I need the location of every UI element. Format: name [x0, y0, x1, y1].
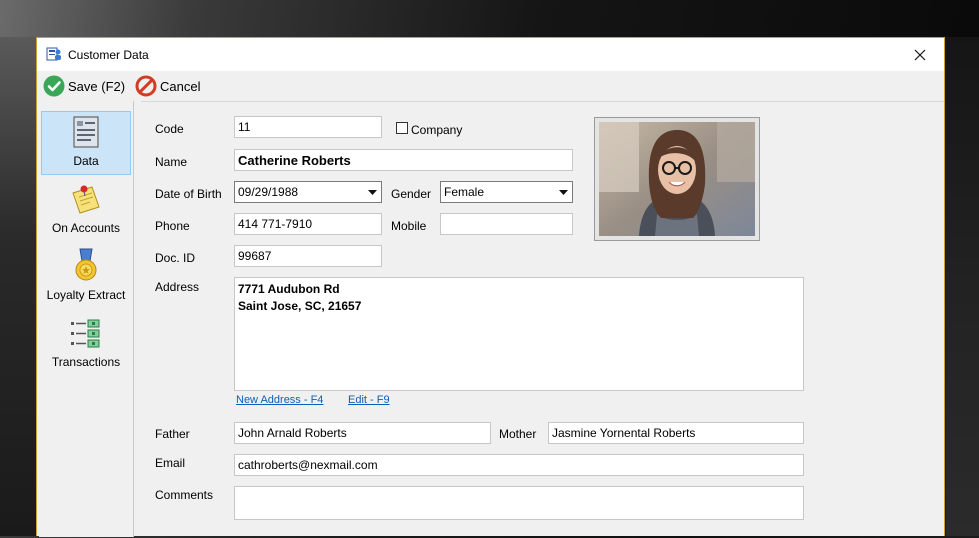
desktop-background-top: [0, 0, 979, 37]
sidebar-item-transactions[interactable]: Transactions: [41, 311, 131, 375]
sidebar-item-label: On Accounts: [51, 221, 121, 235]
cancel-button-label: Cancel: [160, 78, 201, 94]
address-label: Address: [155, 280, 200, 294]
close-icon: [914, 49, 926, 60]
date-of-birth-picker[interactable]: 09/29/1988: [234, 181, 382, 203]
sidebar: Data On Accounts Loyalty Extract Transac…: [39, 101, 134, 537]
date-of-birth-label: Date of Birth: [155, 187, 222, 201]
phone-field[interactable]: [234, 213, 382, 235]
email-field[interactable]: [234, 454, 804, 476]
new-address-link[interactable]: New Address - F4: [236, 394, 323, 406]
address-field[interactable]: 7771 Audubon Rd Saint Jose, SC, 21657: [234, 277, 804, 391]
mother-label: Mother: [499, 427, 537, 441]
desktop-background-left: [0, 37, 36, 536]
checkmark-icon: [43, 75, 65, 97]
doc-id-label: Doc. ID: [155, 251, 196, 265]
date-of-birth-value: 09/29/1988: [238, 185, 299, 199]
gender-label: Gender: [391, 187, 432, 201]
customer-photo[interactable]: [594, 117, 760, 241]
sidebar-item-loyalty-extract[interactable]: Loyalty Extract: [41, 244, 131, 308]
sidebar-item-label: Data: [73, 154, 99, 168]
save-button-label: Save (F2): [68, 78, 126, 94]
mother-field[interactable]: [548, 422, 804, 444]
comments-label: Comments: [155, 488, 214, 502]
medal-icon: [75, 248, 97, 281]
close-button[interactable]: [897, 38, 943, 71]
edit-address-link[interactable]: Edit - F9: [348, 394, 390, 406]
dropdown-arrow-icon: [555, 182, 572, 202]
transactions-list-icon: [71, 319, 100, 348]
sidebar-item-on-accounts[interactable]: On Accounts: [41, 177, 131, 241]
gender-value: Female: [444, 185, 485, 199]
customer-portrait-image: [599, 122, 755, 236]
desktop-background-right: [946, 37, 979, 536]
code-label: Code: [155, 122, 184, 136]
app-icon: [46, 47, 61, 61]
document-list-icon: [73, 116, 99, 148]
name-label: Name: [155, 155, 188, 169]
title-bar[interactable]: Customer Data: [37, 38, 944, 71]
cancel-icon: [135, 75, 157, 97]
dropdown-arrow-icon: [364, 182, 381, 202]
company-checkbox[interactable]: [396, 122, 408, 134]
pinned-note-icon: [72, 185, 100, 214]
name-field[interactable]: [234, 149, 573, 171]
email-label: Email: [155, 456, 186, 470]
customer-data-window: Customer Data Save (F2) Cancel Data On A…: [36, 37, 945, 538]
sidebar-item-data[interactable]: Data: [41, 111, 131, 175]
father-field[interactable]: [234, 422, 491, 444]
father-label: Father: [155, 427, 190, 441]
toolbar: Save (F2) Cancel: [37, 71, 944, 101]
cancel-button[interactable]: Cancel: [135, 75, 200, 97]
window-title: Customer Data: [68, 48, 149, 62]
mobile-field[interactable]: [440, 213, 573, 235]
save-button[interactable]: Save (F2): [43, 75, 125, 97]
code-field[interactable]: [234, 116, 382, 138]
doc-id-field[interactable]: [234, 245, 382, 267]
gender-select[interactable]: Female: [440, 181, 573, 203]
comments-field[interactable]: [234, 486, 804, 520]
phone-label: Phone: [155, 219, 190, 233]
sidebar-item-label: Transactions: [51, 355, 121, 369]
company-label: Company: [411, 123, 463, 137]
customer-form: Code Company Name Date of Birth 09/29/19…: [141, 101, 944, 538]
sidebar-item-label: Loyalty Extract: [46, 288, 126, 302]
mobile-label: Mobile: [391, 219, 427, 233]
